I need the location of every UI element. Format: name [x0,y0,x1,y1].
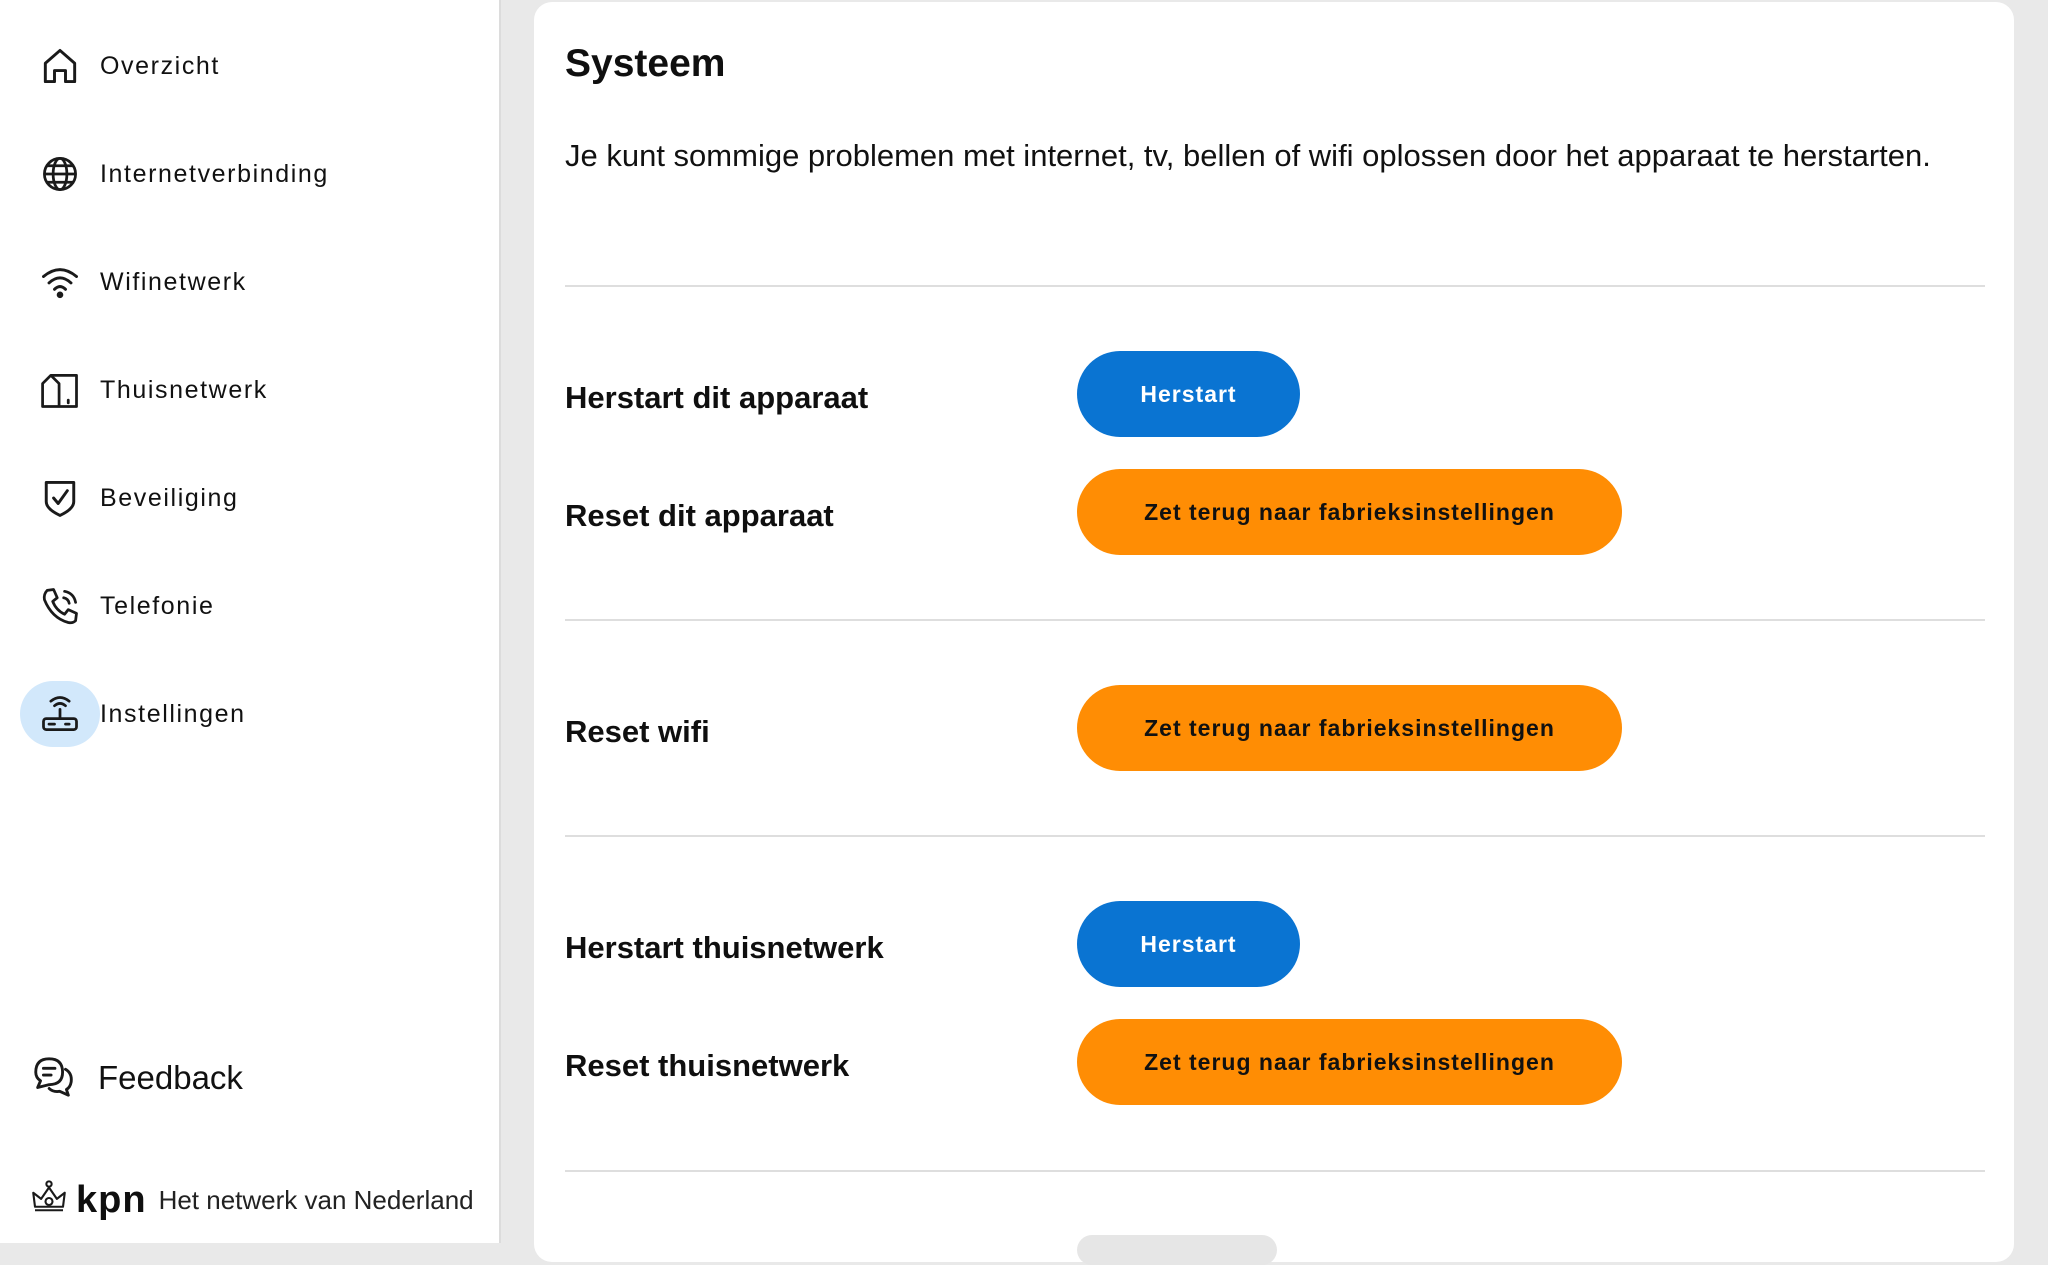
router-icon [20,681,100,747]
factory-reset-home-network-button[interactable]: Zet terug naar fabrieksinstellingen [1077,1019,1622,1105]
system-card: Systeem Je kunt sommige problemen met in… [534,2,2014,1265]
sidebar-item-wifinetwerk[interactable]: Wifinetwerk [0,242,480,322]
feedback-label: Feedback [98,1059,243,1096]
sidebar-item-label: Instellingen [100,699,246,728]
factory-reset-device-button[interactable]: Zet terug naar fabrieksinstellingen [1077,469,1622,555]
sidebar-item-label: Overzicht [100,51,220,80]
sidebar-item-label: Beveiliging [100,483,239,512]
phone-icon [20,573,100,639]
row-label-restart-device: Herstart dit apparaat [565,380,869,415]
restart-home-network-button[interactable]: Herstart [1077,901,1300,987]
row-label-restart-home-network: Herstart thuisnetwerk [565,930,884,965]
wifi-icon [20,249,100,315]
sidebar-item-telefonie[interactable]: Telefonie [0,566,480,646]
home-network-icon [20,357,100,423]
sidebar-item-label: Thuisnetwerk [100,375,268,404]
partially-visible-button[interactable] [1077,1235,1277,1265]
divider [565,619,1985,621]
kpn-logo-text: kpn [76,1178,147,1221]
home-icon [20,33,100,99]
brand-footer: kpn Het netwerk van Nederland [28,1175,488,1225]
sidebar-item-thuisnetwerk[interactable]: Thuisnetwerk [0,350,480,430]
sidebar-item-label: Telefonie [100,591,215,620]
page-title: Systeem [565,42,726,85]
brand-tagline: Het netwerk van Nederland [158,1184,474,1215]
row-label-reset-home-network: Reset thuisnetwerk [565,1048,850,1083]
row-label-reset-device: Reset dit apparaat [565,498,834,533]
sidebar-item-label: Wifinetwerk [100,267,247,296]
sidebar-item-label: Internetverbinding [100,159,329,188]
sidebar: Overzicht Internetverbinding Wifinetwerk [0,0,501,1243]
row-label-reset-wifi: Reset wifi [565,714,710,749]
divider [565,1170,1985,1172]
globe-icon [20,141,100,207]
factory-reset-wifi-button[interactable]: Zet terug naar fabrieksinstellingen [1077,685,1622,771]
sidebar-item-overzicht[interactable]: Overzicht [0,26,480,106]
sidebar-item-beveiliging[interactable]: Beveiliging [0,458,480,538]
sidebar-item-internetverbinding[interactable]: Internetverbinding [0,134,480,214]
divider [565,285,1985,287]
shield-check-icon [20,465,100,531]
restart-device-button[interactable]: Herstart [1077,351,1300,437]
feedback-chat-icon [30,1053,76,1104]
kpn-crown-logo-icon [28,1177,70,1224]
feedback-button[interactable]: Feedback [30,1050,430,1106]
divider [565,835,1985,837]
sidebar-item-instellingen[interactable]: Instellingen [0,674,480,754]
intro-text: Je kunt sommige problemen met internet, … [565,138,1931,173]
